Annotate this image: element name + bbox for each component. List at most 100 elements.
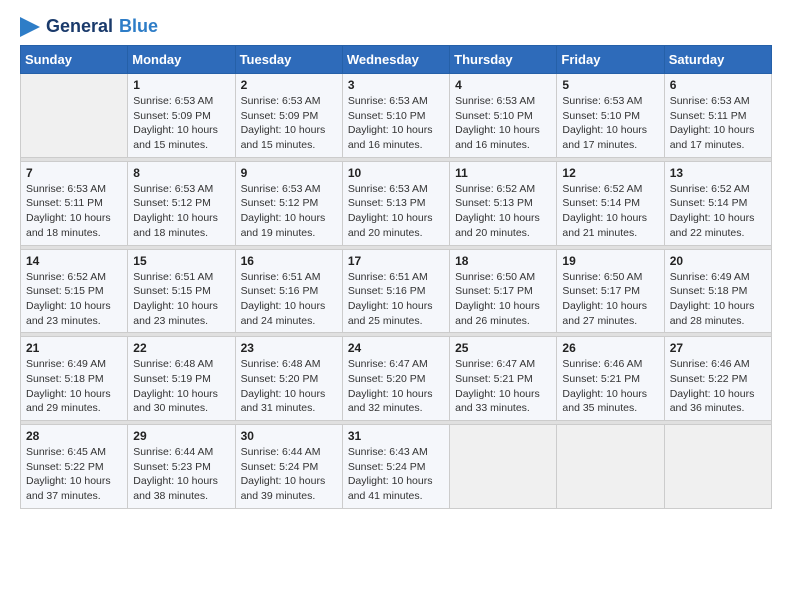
day-number: 2 — [241, 78, 337, 92]
day-info: Sunrise: 6:50 AM Sunset: 5:17 PM Dayligh… — [455, 270, 551, 329]
day-info: Sunrise: 6:52 AM Sunset: 5:14 PM Dayligh… — [562, 182, 658, 241]
day-number: 31 — [348, 429, 444, 443]
day-info: Sunrise: 6:53 AM Sunset: 5:10 PM Dayligh… — [348, 94, 444, 153]
day-number: 6 — [670, 78, 766, 92]
day-info: Sunrise: 6:52 AM Sunset: 5:13 PM Dayligh… — [455, 182, 551, 241]
day-info: Sunrise: 6:51 AM Sunset: 5:15 PM Dayligh… — [133, 270, 229, 329]
day-number: 17 — [348, 254, 444, 268]
calendar-day-cell: 15Sunrise: 6:51 AM Sunset: 5:15 PM Dayli… — [128, 249, 235, 333]
day-info: Sunrise: 6:53 AM Sunset: 5:13 PM Dayligh… — [348, 182, 444, 241]
day-info: Sunrise: 6:46 AM Sunset: 5:22 PM Dayligh… — [670, 357, 766, 416]
day-header-thursday: Thursday — [450, 46, 557, 74]
calendar-week-row: 21 Sunrise: 6:49 AM Sunset: 5:18 PM Dayli… — [21, 337, 772, 421]
day-number: 12 — [562, 166, 658, 180]
day-number: 5 — [562, 78, 658, 92]
day-info: Sunrise: 6:48 AM Sunset: 5:20 PM Dayligh… — [241, 357, 337, 416]
day-info: Sunrise: 6:53 AM Sunset: 5:10 PM Dayligh… — [455, 94, 551, 153]
calendar-day-cell: 27 Sunrise: 6:46 AM Sunset: 5:22 PM Dayli… — [664, 337, 771, 421]
calendar-week-row: 14Sunrise: 6:52 AM Sunset: 5:15 PM Dayli… — [21, 249, 772, 333]
day-number: 18 — [455, 254, 551, 268]
calendar-day-cell: 26 Sunrise: 6:46 AM Sunset: 5:21 PM Dayli… — [557, 337, 664, 421]
calendar-day-cell: 6 Sunrise: 6:53 AM Sunset: 5:11 PM Daylig… — [664, 74, 771, 158]
calendar-day-cell: 25 Sunrise: 6:47 AM Sunset: 5:21 PM Dayli… — [450, 337, 557, 421]
day-info: Sunrise: 6:53 AM Sunset: 5:12 PM Dayligh… — [133, 182, 229, 241]
day-header-monday: Monday — [128, 46, 235, 74]
day-info: Sunrise: 6:45 AM Sunset: 5:22 PM Dayligh… — [26, 445, 122, 504]
day-info: Sunrise: 6:49 AM Sunset: 5:18 PM Dayligh… — [670, 270, 766, 329]
calendar-day-cell: 21 Sunrise: 6:49 AM Sunset: 5:18 PM Dayli… — [21, 337, 128, 421]
day-info: Sunrise: 6:47 AM Sunset: 5:21 PM Dayligh… — [455, 357, 551, 416]
day-info: Sunrise: 6:46 AM Sunset: 5:21 PM Dayligh… — [562, 357, 658, 416]
day-number: 14 — [26, 254, 122, 268]
calendar-day-cell — [450, 425, 557, 509]
day-number: 13 — [670, 166, 766, 180]
day-info: Sunrise: 6:43 AM Sunset: 5:24 PM Dayligh… — [348, 445, 444, 504]
calendar-day-cell — [21, 74, 128, 158]
day-header-wednesday: Wednesday — [342, 46, 449, 74]
day-info: Sunrise: 6:47 AM Sunset: 5:20 PM Dayligh… — [348, 357, 444, 416]
day-info: Sunrise: 6:53 AM Sunset: 5:11 PM Dayligh… — [670, 94, 766, 153]
day-number: 25 — [455, 341, 551, 355]
day-number: 20 — [670, 254, 766, 268]
calendar-day-cell: 2 Sunrise: 6:53 AM Sunset: 5:09 PM Daylig… — [235, 74, 342, 158]
day-number: 30 — [241, 429, 337, 443]
day-header-sunday: Sunday — [21, 46, 128, 74]
day-number: 28 — [26, 429, 122, 443]
calendar-table: SundayMondayTuesdayWednesdayThursdayFrid… — [20, 45, 772, 509]
day-info: Sunrise: 6:53 AM Sunset: 5:09 PM Dayligh… — [133, 94, 229, 153]
calendar-day-cell: 8 Sunrise: 6:53 AM Sunset: 5:12 PM Daylig… — [128, 161, 235, 245]
calendar-day-cell: 24Sunrise: 6:47 AM Sunset: 5:20 PM Dayli… — [342, 337, 449, 421]
calendar-week-row: 1 Sunrise: 6:53 AM Sunset: 5:09 PM Daylig… — [21, 74, 772, 158]
day-number: 23 — [241, 341, 337, 355]
logo: GeneralBlue — [20, 16, 158, 37]
calendar-day-cell: 11 Sunrise: 6:52 AM Sunset: 5:13 PM Dayli… — [450, 161, 557, 245]
calendar-day-cell: 23 Sunrise: 6:48 AM Sunset: 5:20 PM Dayli… — [235, 337, 342, 421]
calendar-day-cell: 16Sunrise: 6:51 AM Sunset: 5:16 PM Dayli… — [235, 249, 342, 333]
day-number: 10 — [348, 166, 444, 180]
day-info: Sunrise: 6:44 AM Sunset: 5:24 PM Dayligh… — [241, 445, 337, 504]
calendar-day-cell: 31 Sunrise: 6:43 AM Sunset: 5:24 PM Dayli… — [342, 425, 449, 509]
day-header-tuesday: Tuesday — [235, 46, 342, 74]
day-info: Sunrise: 6:50 AM Sunset: 5:17 PM Dayligh… — [562, 270, 658, 329]
calendar-day-cell: 28 Sunrise: 6:45 AM Sunset: 5:22 PM Dayli… — [21, 425, 128, 509]
calendar-week-row: 7 Sunrise: 6:53 AM Sunset: 5:11 PM Daylig… — [21, 161, 772, 245]
day-info: Sunrise: 6:53 AM Sunset: 5:12 PM Dayligh… — [241, 182, 337, 241]
day-number: 27 — [670, 341, 766, 355]
day-number: 26 — [562, 341, 658, 355]
day-info: Sunrise: 6:51 AM Sunset: 5:16 PM Dayligh… — [348, 270, 444, 329]
day-info: Sunrise: 6:53 AM Sunset: 5:11 PM Dayligh… — [26, 182, 122, 241]
day-info: Sunrise: 6:53 AM Sunset: 5:10 PM Dayligh… — [562, 94, 658, 153]
calendar-day-cell: 5 Sunrise: 6:53 AM Sunset: 5:10 PM Daylig… — [557, 74, 664, 158]
day-number: 29 — [133, 429, 229, 443]
day-number: 7 — [26, 166, 122, 180]
day-info: Sunrise: 6:44 AM Sunset: 5:23 PM Dayligh… — [133, 445, 229, 504]
day-number: 22 — [133, 341, 229, 355]
calendar-day-cell: 12 Sunrise: 6:52 AM Sunset: 5:14 PM Dayli… — [557, 161, 664, 245]
day-number: 11 — [455, 166, 551, 180]
day-number: 1 — [133, 78, 229, 92]
day-info: Sunrise: 6:48 AM Sunset: 5:19 PM Dayligh… — [133, 357, 229, 416]
day-number: 9 — [241, 166, 337, 180]
calendar-day-cell: 30 Sunrise: 6:44 AM Sunset: 5:24 PM Dayli… — [235, 425, 342, 509]
day-info: Sunrise: 6:52 AM Sunset: 5:14 PM Dayligh… — [670, 182, 766, 241]
page-header: GeneralBlue — [20, 16, 772, 37]
calendar-week-row: 28 Sunrise: 6:45 AM Sunset: 5:22 PM Dayli… — [21, 425, 772, 509]
calendar-day-cell: 18 Sunrise: 6:50 AM Sunset: 5:17 PM Dayli… — [450, 249, 557, 333]
day-number: 3 — [348, 78, 444, 92]
calendar-day-cell: 22 Sunrise: 6:48 AM Sunset: 5:19 PM Dayli… — [128, 337, 235, 421]
calendar-day-cell: 19Sunrise: 6:50 AM Sunset: 5:17 PM Dayli… — [557, 249, 664, 333]
calendar-day-cell: 4 Sunrise: 6:53 AM Sunset: 5:10 PM Daylig… — [450, 74, 557, 158]
day-number: 8 — [133, 166, 229, 180]
calendar-day-cell — [664, 425, 771, 509]
calendar-header-row: SundayMondayTuesdayWednesdayThursdayFrid… — [21, 46, 772, 74]
day-header-saturday: Saturday — [664, 46, 771, 74]
calendar-day-cell: 3 Sunrise: 6:53 AM Sunset: 5:10 PM Daylig… — [342, 74, 449, 158]
day-info: Sunrise: 6:53 AM Sunset: 5:09 PM Dayligh… — [241, 94, 337, 153]
day-info: Sunrise: 6:49 AM Sunset: 5:18 PM Dayligh… — [26, 357, 122, 416]
day-header-friday: Friday — [557, 46, 664, 74]
day-number: 4 — [455, 78, 551, 92]
day-number: 21 — [26, 341, 122, 355]
calendar-day-cell: 1 Sunrise: 6:53 AM Sunset: 5:09 PM Daylig… — [128, 74, 235, 158]
calendar-day-cell: 9 Sunrise: 6:53 AM Sunset: 5:12 PM Daylig… — [235, 161, 342, 245]
calendar-day-cell: 29 Sunrise: 6:44 AM Sunset: 5:23 PM Dayli… — [128, 425, 235, 509]
